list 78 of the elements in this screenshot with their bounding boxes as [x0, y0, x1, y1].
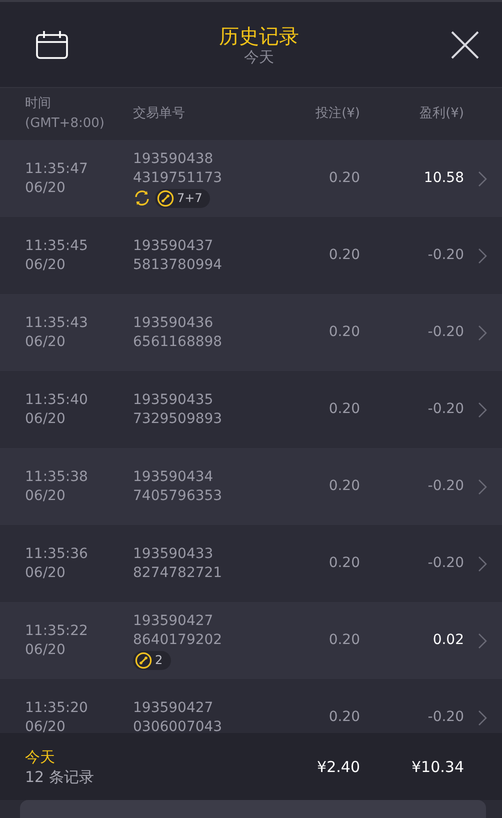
- history-row[interactable]: 11:35:43 06/20 193590436 6561168898 0.20 -0.20: [0, 294, 502, 371]
- bet-amount: 0.20: [328, 631, 360, 650]
- date-text: 06/20: [25, 332, 66, 352]
- order-number: 193590427: [133, 612, 214, 630]
- order-number: 6561168898: [133, 332, 224, 352]
- history-row[interactable]: 11:35:22 06/20 193590427 8640179202 2 0.20 0.02: [0, 602, 502, 679]
- bet-amount: 0.20: [328, 246, 360, 265]
- chevron-right-icon: [478, 478, 487, 494]
- coin-icon: [135, 652, 152, 668]
- order-number: 193590427: [133, 698, 214, 718]
- order-number: 193590435: [133, 390, 214, 410]
- profit-amount: -0.20: [426, 400, 465, 419]
- time-text: 11:35:36: [25, 544, 89, 564]
- total-bet: ¥2.40: [316, 758, 360, 776]
- profit-amount: -0.20: [426, 708, 465, 727]
- time-text: 11:35:45: [25, 236, 89, 256]
- chevron-right-icon: [478, 402, 487, 418]
- calendar-button[interactable]: [36, 30, 68, 58]
- bet-amount: 0.20: [328, 323, 360, 342]
- order-number: 8274782721: [133, 564, 224, 582]
- order-number: 8640179202: [133, 630, 224, 650]
- date-text: 06/20: [25, 410, 66, 428]
- bet-amount: 0.20: [328, 400, 360, 419]
- order-number: 193590438: [133, 150, 214, 168]
- time-text: 11:35:22: [25, 622, 89, 640]
- date-text: 06/20: [25, 486, 66, 506]
- date-text: 06/20: [25, 718, 66, 733]
- time-text: 11:35:20: [25, 698, 89, 718]
- profit-amount: -0.20: [426, 477, 465, 496]
- column-header: 投注(¥): [314, 105, 360, 123]
- coin-icon: [157, 190, 174, 206]
- time-text: 11:35:38: [25, 468, 89, 486]
- date-text: 06/20: [25, 640, 66, 660]
- profit-amount: 10.58: [422, 169, 465, 188]
- date-text: 06/20: [25, 178, 66, 198]
- chevron-right-icon: [478, 556, 487, 572]
- date-text: 06/20: [25, 256, 66, 274]
- refresh-icon: [133, 189, 151, 207]
- profit-amount: 0.02: [432, 631, 465, 650]
- chevron-right-icon: [478, 170, 487, 186]
- order-number: 193590434: [133, 468, 214, 486]
- profit-amount: -0.20: [426, 246, 465, 265]
- order-number: 193590437: [133, 236, 214, 256]
- column-header: 交易单号: [133, 105, 186, 123]
- order-number: 193590436: [133, 314, 214, 332]
- chevron-right-icon: [478, 324, 487, 340]
- column-header: (GMT+8:00): [25, 115, 106, 133]
- column-header: 时间: [25, 95, 52, 113]
- order-number: 5813780994: [133, 256, 224, 274]
- bet-amount: 0.20: [328, 169, 360, 188]
- chevron-right-icon: [478, 710, 487, 726]
- period-label: 今天: [25, 746, 56, 766]
- total-profit: ¥10.34: [410, 758, 465, 776]
- order-number: 4319751173: [133, 168, 224, 188]
- chevron-right-icon: [478, 248, 487, 264]
- history-row[interactable]: 11:35:47 06/20 193590438 4319751173 7+7 0.20 10.58: [0, 140, 502, 217]
- profit-amount: -0.20: [426, 554, 465, 573]
- date-filter-label: 今天: [244, 48, 274, 66]
- combo-badge: 2: [133, 650, 171, 670]
- time-text: 11:35:47: [25, 160, 89, 178]
- column-header: 盈利(¥): [418, 105, 465, 123]
- combo-badge: 7+7: [155, 188, 210, 208]
- order-number: 7405796353: [133, 486, 224, 506]
- window-title: 历史记录: [219, 24, 299, 48]
- time-text: 11:35:40: [25, 390, 89, 410]
- order-number: 193590433: [133, 544, 214, 564]
- order-number: 0306007043: [133, 718, 224, 733]
- history-row[interactable]: 11:35:38 06/20 193590434 7405796353 0.20 -0.20: [0, 448, 502, 525]
- bet-amount: 0.20: [328, 708, 360, 727]
- time-text: 11:35:43: [25, 314, 89, 332]
- chevron-right-icon: [478, 632, 487, 648]
- profit-amount: -0.20: [426, 323, 465, 342]
- order-number: 7329509893: [133, 410, 224, 428]
- bet-amount: 0.20: [328, 477, 360, 496]
- date-text: 06/20: [25, 564, 66, 582]
- record-count: 12 条记录: [25, 766, 95, 786]
- bet-amount: 0.20: [328, 554, 360, 573]
- close-button[interactable]: [450, 30, 480, 60]
